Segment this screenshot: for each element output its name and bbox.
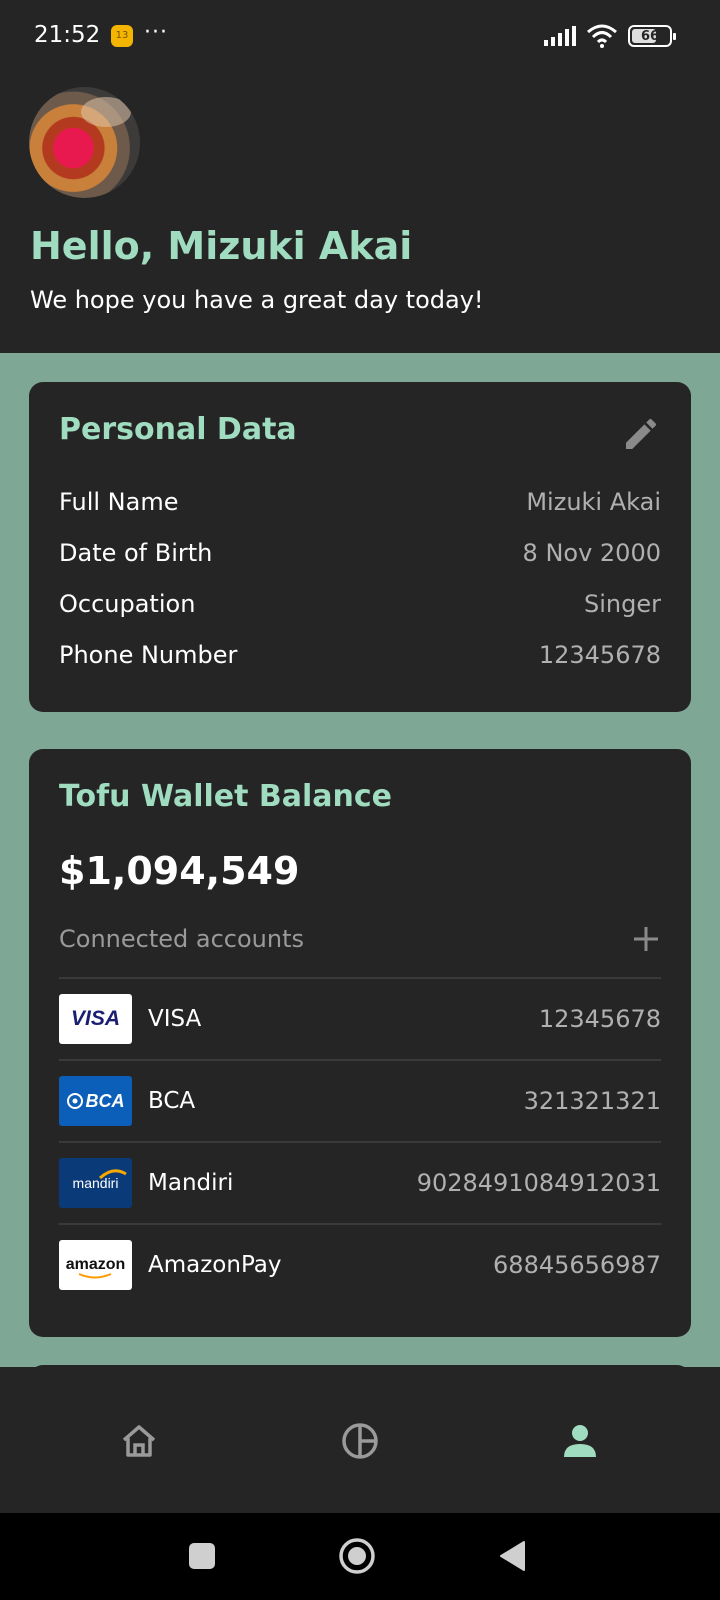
field-value: Singer	[584, 590, 661, 618]
nav-home[interactable]	[109, 1411, 169, 1471]
field-row-full-name: Full Name Mizuki Akai	[59, 482, 661, 522]
field-row-phone-number: Phone Number 12345678	[59, 635, 661, 675]
square-icon	[189, 1543, 215, 1569]
signal-icon	[544, 26, 576, 46]
add-account-icon[interactable]	[631, 924, 661, 954]
field-value: Mizuki Akai	[526, 488, 661, 516]
account-number: 321321321	[523, 1087, 661, 1115]
wifi-icon	[587, 24, 617, 48]
back-triangle-icon	[500, 1541, 525, 1571]
wallet-card: Tofu Wallet Balance $1,094,549 Connected…	[29, 749, 691, 1337]
avatar[interactable]	[29, 87, 140, 198]
edit-icon[interactable]	[621, 414, 661, 454]
bca-emblem-icon	[66, 1093, 83, 1109]
nav-statistics[interactable]	[330, 1411, 390, 1471]
bca-logo: BCA	[59, 1076, 132, 1126]
account-number: 68845656987	[493, 1251, 661, 1279]
status-time: 21:52	[34, 22, 101, 48]
account-name: BCA	[148, 1088, 196, 1114]
profile-header: Hello, Mizuki Akai We hope you have a gr…	[0, 72, 720, 353]
amazon-smile-icon	[78, 1273, 112, 1279]
battery-icon: 66	[628, 25, 676, 47]
account-name: AmazonPay	[148, 1252, 282, 1278]
field-row-date-of-birth: Date of Birth 8 Nov 2000	[59, 533, 661, 573]
home-button[interactable]	[337, 1536, 377, 1576]
recent-apps-button[interactable]	[182, 1536, 222, 1576]
bca-logo-text: BCA	[85, 1090, 125, 1111]
account-row-amazonpay[interactable]: amazon AmazonPay 68845656987	[59, 1223, 661, 1305]
bottom-navigation	[0, 1367, 720, 1513]
field-label: Full Name	[59, 488, 179, 516]
connected-accounts-label: Connected accounts	[59, 925, 304, 953]
account-row-bca[interactable]: BCA BCA 321321321	[59, 1059, 661, 1141]
account-name: VISA	[148, 1006, 202, 1032]
field-label: Date of Birth	[59, 539, 213, 567]
account-number: 9028491084912031	[416, 1169, 661, 1197]
personal-data-title: Personal Data	[59, 412, 297, 447]
account-row-mandiri[interactable]: mandiri Mandiri 9028491084912031	[59, 1141, 661, 1223]
field-row-occupation: Occupation Singer	[59, 584, 661, 624]
more-notifications-icon: ···	[144, 20, 168, 45]
field-value: 8 Nov 2000	[522, 539, 661, 567]
battery-level: 66	[640, 28, 660, 44]
status-icons: 66	[544, 24, 676, 48]
personal-data-card: Personal Data Full Name Mizuki Akai Date…	[29, 382, 691, 712]
mandiri-logo: mandiri	[59, 1158, 132, 1208]
amazon-logo: amazon	[59, 1240, 132, 1290]
account-number: 12345678	[538, 1005, 661, 1033]
notification-badge: 13	[111, 25, 133, 47]
battery-tip	[673, 33, 676, 40]
account-name: Mandiri	[148, 1170, 234, 1196]
avatar-photo-detail	[81, 97, 131, 127]
status-bar: 21:52 13 ··· 66	[0, 0, 720, 72]
nav-profile[interactable]	[550, 1411, 610, 1471]
back-button[interactable]	[492, 1536, 532, 1576]
profile-screen: 21:52 13 ··· 66 Hello, Mizuki Akai We ho…	[0, 0, 720, 1600]
wallet-title: Tofu Wallet Balance	[59, 779, 393, 814]
wallet-balance: $1,094,549	[59, 849, 300, 893]
pie-chart-icon	[342, 1423, 378, 1459]
field-label: Occupation	[59, 590, 196, 618]
visa-logo: VISA	[59, 994, 132, 1044]
content-area[interactable]: Personal Data Full Name Mizuki Akai Date…	[0, 353, 720, 1367]
system-navigation-bar	[0, 1513, 720, 1600]
field-value: 12345678	[538, 641, 661, 669]
connected-accounts-header: Connected accounts	[59, 919, 661, 959]
mandiri-swoosh-icon	[98, 1169, 127, 1180]
greeting: Hello, Mizuki Akai	[30, 224, 413, 268]
circle-home-icon	[339, 1538, 375, 1574]
field-label: Phone Number	[59, 641, 238, 669]
home-icon	[122, 1425, 156, 1457]
profile-icon	[564, 1425, 596, 1457]
account-row-visa[interactable]: VISA VISA 12345678	[59, 977, 661, 1059]
greeting-subtitle: We hope you have a great day today!	[30, 286, 484, 314]
